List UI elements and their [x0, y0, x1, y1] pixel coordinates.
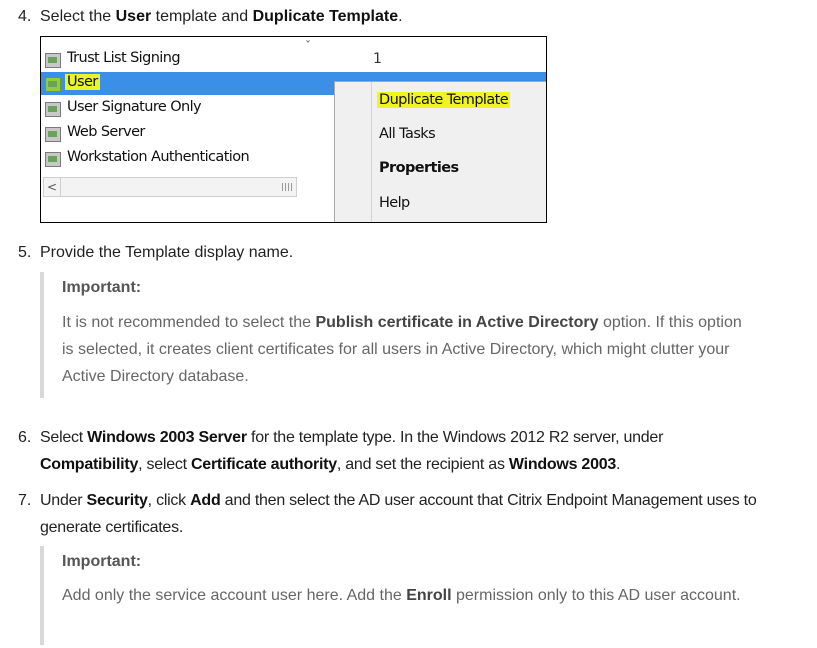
- note-title: Important:: [62, 553, 142, 570]
- scroll-grip-icon[interactable]: [282, 183, 292, 191]
- certificate-template-icon: [45, 102, 61, 117]
- note-text: Add only the service account user here. …: [62, 587, 741, 604]
- menu-item-help[interactable]: Help: [379, 195, 410, 211]
- certificate-template-icon: [45, 127, 61, 142]
- step-text: Under Security, click Add and then selec…: [40, 492, 757, 536]
- step-6: 6. Select Windows 2003 Server for the te…: [18, 424, 663, 473]
- step-4: 4. Select the User template and Duplicat…: [18, 3, 403, 30]
- step-text: Select the User template and Duplicate T…: [40, 8, 403, 25]
- list-item[interactable]: Trust List Signing: [41, 48, 546, 72]
- menu-item-properties[interactable]: Properties: [379, 160, 459, 176]
- certificate-template-icon: [45, 53, 61, 68]
- certificate-template-icon: [45, 77, 61, 92]
- important-note: Important: Add only the service account …: [40, 546, 752, 645]
- list-item-count: 1: [373, 51, 382, 67]
- context-menu: Duplicate Template All Tasks Properties …: [334, 81, 546, 222]
- note-title: Important:: [62, 279, 142, 296]
- important-note: Important: It is not recommended to sele…: [40, 272, 752, 398]
- certificate-template-icon: [45, 152, 61, 167]
- step-number: 6.: [18, 429, 32, 446]
- step-text: Select Windows 2003 Server for the templ…: [40, 429, 664, 473]
- note-text: It is not recommended to select the Publ…: [62, 314, 742, 385]
- step-number: 4.: [18, 8, 32, 25]
- step-number: 7.: [18, 492, 32, 509]
- template-list-screenshot: ˇ Trust List Signing 1 User User Signatu…: [40, 36, 547, 223]
- step-5: 5. Provide the Template display name.: [18, 239, 293, 266]
- scroll-left-icon[interactable]: <: [44, 178, 61, 196]
- step-number: 5.: [18, 244, 32, 261]
- menu-gutter-divider: [371, 82, 372, 222]
- menu-item-duplicate-template[interactable]: Duplicate Template: [377, 92, 511, 108]
- horizontal-scrollbar[interactable]: <: [43, 177, 297, 197]
- menu-item-all-tasks[interactable]: All Tasks: [379, 126, 436, 142]
- step-7: 7. Under Security, click Add and then se…: [18, 487, 757, 536]
- step-text: Provide the Template display name.: [40, 244, 294, 261]
